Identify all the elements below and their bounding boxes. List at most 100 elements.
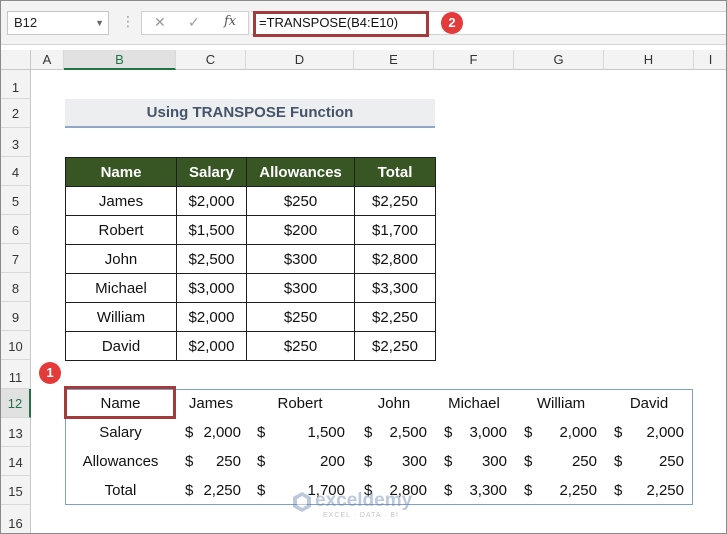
row-header-13[interactable]: 13 xyxy=(1,418,31,447)
header-allowances[interactable]: Allowances xyxy=(246,157,355,187)
more-icon: ⋮ xyxy=(121,13,135,29)
cell[interactable]: David xyxy=(65,331,177,361)
result-label-total[interactable]: Total xyxy=(65,476,176,505)
table-row: William $2,000 $250 $2,250 xyxy=(65,302,436,332)
result-label-salary[interactable]: Salary xyxy=(65,418,176,447)
cell[interactable]: Michael xyxy=(65,273,177,303)
cell[interactable]: James xyxy=(65,186,177,216)
table-header-row: Name Salary Allowances Total xyxy=(65,157,436,187)
column-header-f[interactable]: F xyxy=(434,50,514,70)
row-header-3[interactable]: 3 xyxy=(1,128,31,157)
cell[interactable]: $1,500 xyxy=(176,215,247,245)
chevron-down-icon[interactable]: ▼ xyxy=(95,12,104,34)
table-row: Michael $3,000 $300 $3,300 xyxy=(65,273,436,303)
result-value[interactable]: 2,500 xyxy=(371,418,427,447)
result-cell-david[interactable]: David xyxy=(604,389,694,418)
formula-buttons: ✕ ✓ fx xyxy=(141,11,249,35)
result-value[interactable]: 250 xyxy=(531,447,597,476)
select-all-corner[interactable] xyxy=(1,50,31,70)
cell[interactable]: $250 xyxy=(246,186,355,216)
cell[interactable]: $250 xyxy=(246,302,355,332)
function-icon[interactable]: fx xyxy=(224,14,236,29)
result-value[interactable]: 1,500 xyxy=(271,418,345,447)
watermark-name: exceldemy xyxy=(315,490,413,511)
cell[interactable]: $2,500 xyxy=(176,244,247,274)
table-row: John $2,500 $300 $2,800 xyxy=(65,244,436,274)
cell[interactable]: $3,300 xyxy=(354,273,436,303)
column-header-i[interactable]: I xyxy=(694,50,726,70)
row-header-16[interactable]: 16 xyxy=(1,505,31,533)
cell[interactable]: $200 xyxy=(246,215,355,245)
result-value[interactable]: 2,000 xyxy=(621,418,684,447)
result-value[interactable]: 250 xyxy=(621,447,684,476)
cell[interactable]: $1,700 xyxy=(354,215,436,245)
result-cell-michael[interactable]: Michael xyxy=(434,389,514,418)
column-header-a[interactable]: A xyxy=(31,50,64,70)
row-header-15[interactable]: 15 xyxy=(1,476,31,505)
cell[interactable]: $2,000 xyxy=(176,331,247,361)
cell[interactable]: William xyxy=(65,302,177,332)
column-header-c[interactable]: C xyxy=(176,50,246,70)
result-cell-john[interactable]: John xyxy=(354,389,434,418)
result-value[interactable]: 2,250 xyxy=(191,476,241,505)
enter-icon[interactable]: ✓ xyxy=(188,14,200,31)
cell[interactable]: $2,000 xyxy=(176,302,247,332)
cell[interactable]: $300 xyxy=(246,244,355,274)
result-cell-robert[interactable]: Robert xyxy=(246,389,354,418)
name-box[interactable]: B12 ▼ xyxy=(7,11,109,35)
table-row: David $2,000 $250 $2,250 xyxy=(65,331,436,361)
row-header-6[interactable]: 6 xyxy=(1,215,31,244)
cell[interactable]: $2,250 xyxy=(354,302,436,332)
cell[interactable]: $3,000 xyxy=(176,273,247,303)
cell[interactable]: $2,800 xyxy=(354,244,436,274)
column-header-g[interactable]: G xyxy=(514,50,604,70)
result-value[interactable]: 2,250 xyxy=(621,476,684,505)
result-value[interactable]: 250 xyxy=(191,447,241,476)
column-header-b[interactable]: B xyxy=(64,50,176,70)
currency-symbol: $ xyxy=(257,482,266,499)
cell[interactable]: $250 xyxy=(246,331,355,361)
row-header-12[interactable]: 12 xyxy=(1,389,31,418)
row-header-11[interactable]: 11 xyxy=(1,360,31,389)
result-value[interactable]: 2,250 xyxy=(531,476,597,505)
formula-input[interactable]: =TRANSPOSE(B4:E10) xyxy=(251,11,726,37)
cell[interactable]: Robert xyxy=(65,215,177,245)
result-value[interactable]: 3,000 xyxy=(451,418,507,447)
result-cell-william[interactable]: William xyxy=(514,389,608,418)
row-header-14[interactable]: 14 xyxy=(1,447,31,476)
result-value[interactable]: 2,000 xyxy=(531,418,597,447)
row-header-7[interactable]: 7 xyxy=(1,244,31,273)
column-header-e[interactable]: E xyxy=(354,50,434,70)
header-salary[interactable]: Salary xyxy=(176,157,247,187)
row-header-4[interactable]: 4 xyxy=(1,157,31,186)
header-name[interactable]: Name xyxy=(65,157,177,187)
header-total[interactable]: Total xyxy=(354,157,436,187)
result-label-allowances[interactable]: Allowances xyxy=(65,447,176,476)
currency-symbol: $ xyxy=(257,453,266,470)
result-value[interactable]: 200 xyxy=(271,447,345,476)
row-header-1[interactable]: 1 xyxy=(1,70,31,99)
row-header-2[interactable]: 2 xyxy=(1,99,31,128)
selected-cell-highlight xyxy=(64,386,176,419)
sheet-title[interactable]: Using TRANSPOSE Function xyxy=(65,99,435,128)
cell[interactable]: $2,000 xyxy=(176,186,247,216)
table-row: Robert $1,500 $200 $1,700 xyxy=(65,215,436,245)
row-header-5[interactable]: 5 xyxy=(1,186,31,215)
cell[interactable]: $300 xyxy=(246,273,355,303)
cell[interactable]: John xyxy=(65,244,177,274)
result-value[interactable]: 2,000 xyxy=(191,418,241,447)
result-value[interactable]: 3,300 xyxy=(451,476,507,505)
result-cell-james[interactable]: James xyxy=(176,389,246,418)
column-header-d[interactable]: D xyxy=(246,50,354,70)
result-value[interactable]: 300 xyxy=(371,447,427,476)
step-badge-2: 2 xyxy=(441,12,463,34)
result-value[interactable]: 300 xyxy=(451,447,507,476)
cell[interactable]: $2,250 xyxy=(354,331,436,361)
cancel-icon[interactable]: ✕ xyxy=(154,14,166,31)
name-box-value: B12 xyxy=(14,15,38,30)
row-header-9[interactable]: 9 xyxy=(1,302,31,331)
cell[interactable]: $2,250 xyxy=(354,186,436,216)
column-header-h[interactable]: H xyxy=(604,50,694,70)
row-header-10[interactable]: 10 xyxy=(1,331,31,360)
row-header-8[interactable]: 8 xyxy=(1,273,31,302)
